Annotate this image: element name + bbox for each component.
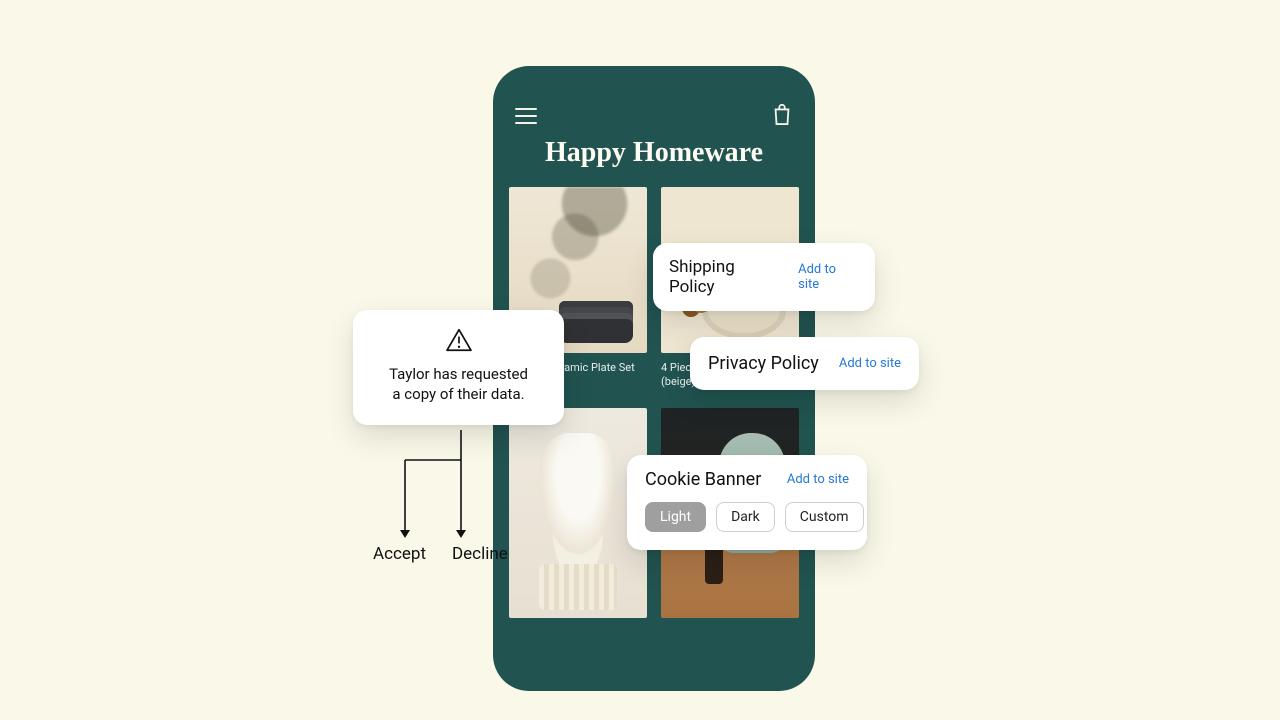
shipping-policy-card: Shipping Policy Add to site xyxy=(653,243,875,311)
shipping-policy-title: Shipping Policy xyxy=(669,257,782,297)
privacy-policy-add-link[interactable]: Add to site xyxy=(839,356,901,371)
cookie-option-dark[interactable]: Dark xyxy=(716,502,775,532)
cookie-banner-card: Cookie Banner Add to site Light Dark Cus… xyxy=(627,455,867,550)
accept-button[interactable]: Accept xyxy=(373,544,426,564)
shipping-policy-add-link[interactable]: Add to site xyxy=(798,262,859,292)
privacy-policy-title: Privacy Policy xyxy=(708,353,819,374)
phone-top-bar xyxy=(493,66,815,126)
cookie-banner-options: Light Dark Custom xyxy=(645,502,849,532)
cart-icon[interactable] xyxy=(771,102,793,126)
cookie-banner-title: Cookie Banner xyxy=(645,469,761,490)
cookie-banner-add-link[interactable]: Add to site xyxy=(787,472,849,487)
data-request-message: Taylor has requested a copy of their dat… xyxy=(367,364,550,405)
decline-button[interactable]: Decline xyxy=(452,544,508,564)
shop-title: Happy Homeware xyxy=(523,138,785,169)
privacy-policy-card: Privacy Policy Add to site xyxy=(690,337,919,390)
cookie-option-custom[interactable]: Custom xyxy=(785,502,864,532)
data-request-card: Taylor has requested a copy of their dat… xyxy=(353,310,564,425)
menu-icon[interactable] xyxy=(515,108,537,124)
warning-icon xyxy=(445,328,473,352)
cookie-option-light[interactable]: Light xyxy=(645,502,706,532)
